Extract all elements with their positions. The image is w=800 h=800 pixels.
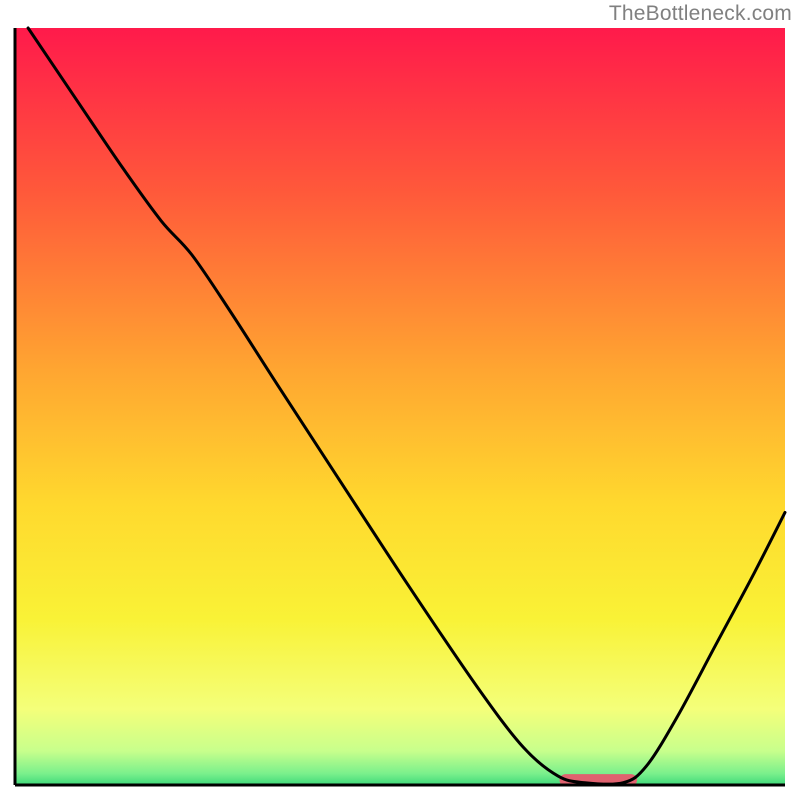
chart-container: TheBottleneck.com: [0, 0, 800, 800]
watermark-text: TheBottleneck.com: [609, 2, 792, 26]
gradient-background: [15, 28, 785, 785]
bottleneck-chart: [0, 0, 800, 800]
